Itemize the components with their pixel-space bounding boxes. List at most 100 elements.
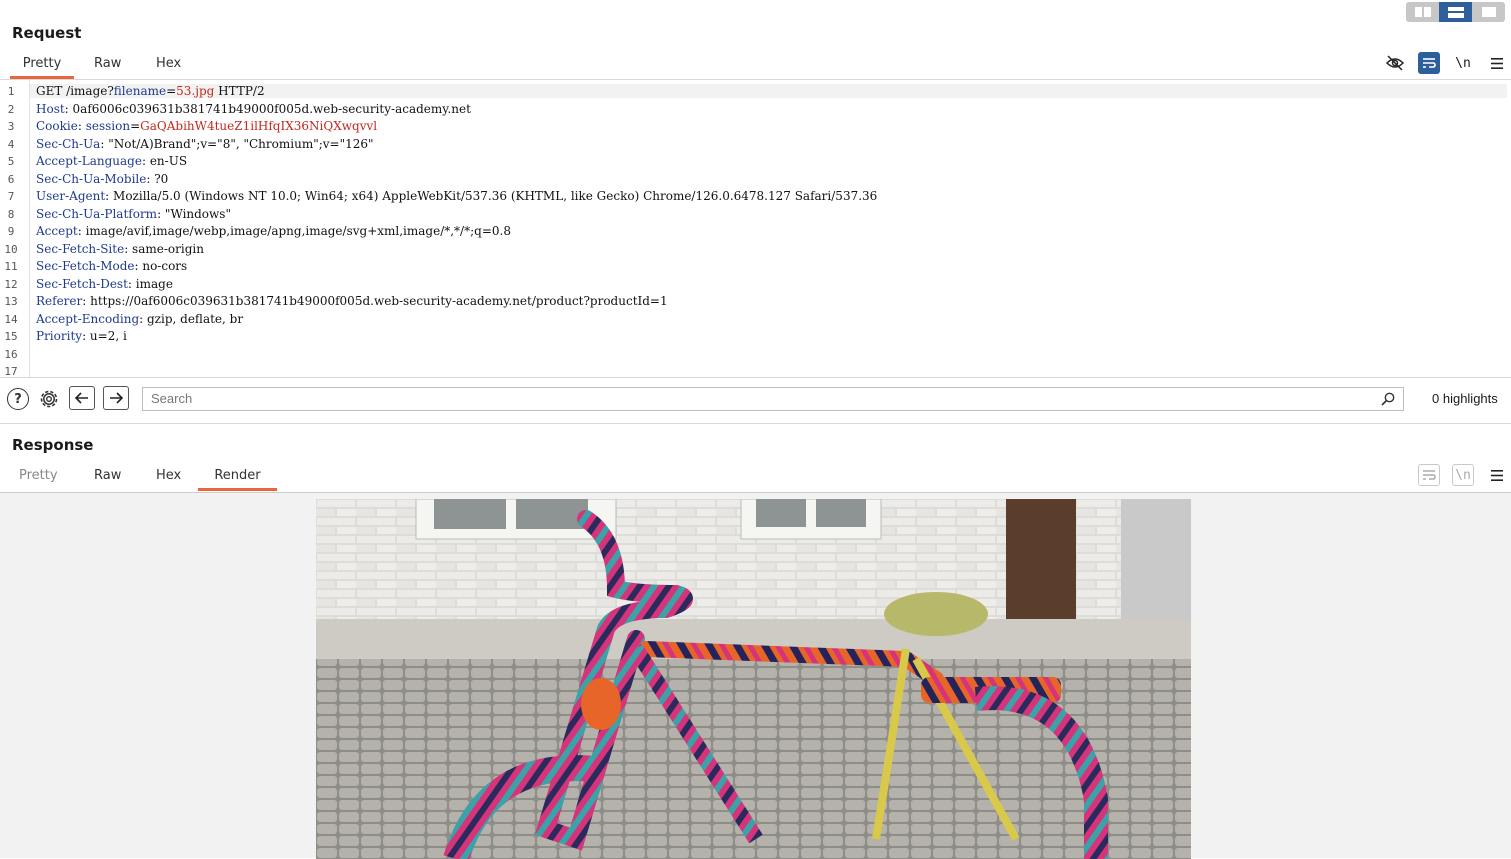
code-line: Accept: image/avif,image/webp,image/apng… bbox=[36, 224, 511, 238]
line-number: 12 bbox=[4, 277, 18, 291]
code-text: HTTP/2 bbox=[214, 84, 265, 98]
word-wrap-icon[interactable] bbox=[1418, 52, 1440, 74]
code-text: : bbox=[77, 119, 86, 133]
back-arrow-button[interactable] bbox=[69, 386, 95, 410]
header-key: Priority bbox=[36, 329, 83, 343]
line-number: 5 bbox=[7, 155, 15, 168]
divider bbox=[0, 377, 1511, 378]
header-key: Cookie bbox=[36, 119, 78, 133]
header-key: Sec-Ch-Ua bbox=[36, 136, 101, 151]
code-text: = bbox=[130, 119, 141, 133]
code-text: = bbox=[166, 84, 177, 98]
request-title: Request bbox=[12, 24, 82, 42]
header-key: Sec-Fetch-Dest bbox=[36, 276, 128, 291]
header-key: Host bbox=[36, 101, 65, 116]
search-bar: ? Search 0 highlights bbox=[0, 379, 1511, 419]
layout-toggle bbox=[1406, 2, 1505, 22]
header-key: Accept-Language bbox=[36, 154, 142, 168]
header-key: Sec-Ch-Ua-Mobile bbox=[36, 171, 147, 186]
rendered-bicycle-image bbox=[316, 499, 1191, 859]
line-number: 11 bbox=[4, 260, 18, 273]
header-key: Accept-Encoding bbox=[36, 311, 140, 326]
header-key: Sec-Fetch-Site bbox=[36, 241, 125, 256]
code-text: : same-origin bbox=[124, 241, 204, 256]
newline-toggle[interactable]: \n bbox=[1452, 52, 1474, 74]
code-text: : ?0 bbox=[146, 171, 169, 186]
line-number: 8 bbox=[7, 207, 15, 221]
line-number: 3 bbox=[7, 120, 15, 133]
code-line: Sec-Ch-Ua-Mobile: ?0 bbox=[36, 172, 168, 186]
line-number: 6 bbox=[7, 172, 15, 186]
search-icon[interactable] bbox=[1377, 388, 1399, 410]
gear-icon[interactable] bbox=[38, 388, 60, 410]
code-text: : u=2, i bbox=[82, 329, 127, 343]
code-text: : 0af6006c039631b381741b49000f005d.web-s… bbox=[64, 101, 471, 116]
line-number: 15 bbox=[4, 330, 18, 343]
code-line: Sec-Fetch-Site: same-origin bbox=[36, 242, 204, 256]
layout-stacked-button[interactable] bbox=[1439, 2, 1472, 22]
code-text: : "Not/A)Brand";v="8", "Chromium";v="126… bbox=[100, 136, 374, 151]
code-line: Priority: u=2, i bbox=[36, 329, 127, 343]
highlights-count: 0 highlights bbox=[1432, 391, 1498, 406]
help-icon[interactable]: ? bbox=[7, 388, 29, 410]
line-number: 7 bbox=[7, 190, 15, 203]
code-line: Referer: https://0af6006c039631b381741b4… bbox=[36, 294, 668, 308]
hide-eye-icon[interactable] bbox=[1384, 52, 1406, 74]
line-number: 1 bbox=[7, 85, 15, 98]
layout-side-by-side-button[interactable] bbox=[1406, 2, 1439, 22]
line-number: 4 bbox=[7, 137, 15, 151]
request-tab-raw[interactable]: Raw bbox=[94, 52, 121, 76]
param-value: GaQAbihW4tueZ1ilHfqIX36NiQXwqvvl bbox=[140, 119, 378, 133]
code-text: : en-US bbox=[141, 154, 188, 168]
header-key: session bbox=[85, 119, 131, 133]
code-text: : https://0af6006c039631b381741b49000f00… bbox=[82, 294, 668, 308]
response-tab-raw[interactable]: Raw bbox=[94, 464, 121, 488]
response-tab-render[interactable]: Render bbox=[198, 464, 277, 491]
code-text: : Mozilla/5.0 (Windows NT 10.0; Win64; x… bbox=[105, 189, 878, 203]
request-tab-hex[interactable]: Hex bbox=[156, 52, 181, 76]
header-key: filename bbox=[113, 84, 167, 98]
param-value: 53.jpg bbox=[176, 84, 215, 98]
line-number: 2 bbox=[7, 102, 15, 116]
code-text: : no-cors bbox=[134, 259, 188, 273]
header-key: Sec-Ch-Ua-Platform bbox=[36, 206, 158, 221]
response-title: Response bbox=[12, 436, 94, 454]
layout-tabs-button[interactable] bbox=[1472, 2, 1505, 22]
code-text: : gzip, deflate, br bbox=[139, 311, 244, 326]
code-line: GET /image?filename=53.jpg HTTP/2 bbox=[30, 84, 1507, 98]
line-number: 14 bbox=[4, 312, 18, 326]
line-number: 9 bbox=[7, 225, 15, 238]
request-editor[interactable]: 1 2 3 4 5 6 7 8 9 10 11 12 13 14 15 16 17 GET /image?fil… bbox=[0, 80, 1511, 377]
code-line: Sec-Fetch-Mode: no-cors bbox=[36, 259, 187, 273]
newline-toggle[interactable]: \n bbox=[1452, 464, 1474, 486]
line-number: 17 bbox=[4, 365, 18, 377]
line-number-gutter: 1 2 3 4 5 6 7 8 9 10 11 12 13 14 15 16 17 bbox=[0, 80, 30, 377]
code-line: Accept-Language: en-US bbox=[36, 154, 187, 168]
code-line: Sec-Ch-Ua-Platform: "Windows" bbox=[36, 207, 231, 221]
menu-icon[interactable] bbox=[1486, 464, 1508, 486]
response-tab-hex[interactable]: Hex bbox=[156, 464, 181, 488]
request-tab-pretty[interactable]: Pretty bbox=[10, 52, 74, 79]
menu-icon[interactable] bbox=[1486, 52, 1508, 74]
code-text: : image/avif,image/webp,image/apng,image… bbox=[77, 224, 511, 238]
search-input[interactable]: Search bbox=[142, 387, 1404, 411]
header-key: User-Agent bbox=[36, 189, 106, 203]
response-tab-pretty[interactable]: Pretty bbox=[19, 464, 58, 488]
line-number: 13 bbox=[4, 295, 18, 308]
header-key: Accept bbox=[36, 224, 78, 238]
code-line: User-Agent: Mozilla/5.0 (Windows NT 10.0… bbox=[36, 189, 877, 203]
header-key: Sec-Fetch-Mode bbox=[36, 259, 135, 273]
code-text: : image bbox=[127, 276, 173, 291]
code-line: Sec-Ch-Ua: "Not/A)Brand";v="8", "Chromiu… bbox=[36, 137, 374, 151]
code-line: Accept-Encoding: gzip, deflate, br bbox=[36, 312, 243, 326]
code-text: GET /image? bbox=[36, 84, 114, 98]
code-line: Host: 0af6006c039631b381741b49000f005d.w… bbox=[36, 102, 471, 116]
word-wrap-icon[interactable] bbox=[1418, 464, 1440, 486]
render-panel bbox=[0, 492, 1511, 859]
code-text: : "Windows" bbox=[157, 206, 231, 221]
forward-arrow-button[interactable] bbox=[103, 386, 129, 410]
line-number: 10 bbox=[4, 242, 18, 256]
code-line: Sec-Fetch-Dest: image bbox=[36, 277, 173, 291]
divider bbox=[0, 423, 1511, 424]
code-line: Cookie: session=GaQAbihW4tueZ1ilHfqIX36N… bbox=[36, 119, 377, 133]
